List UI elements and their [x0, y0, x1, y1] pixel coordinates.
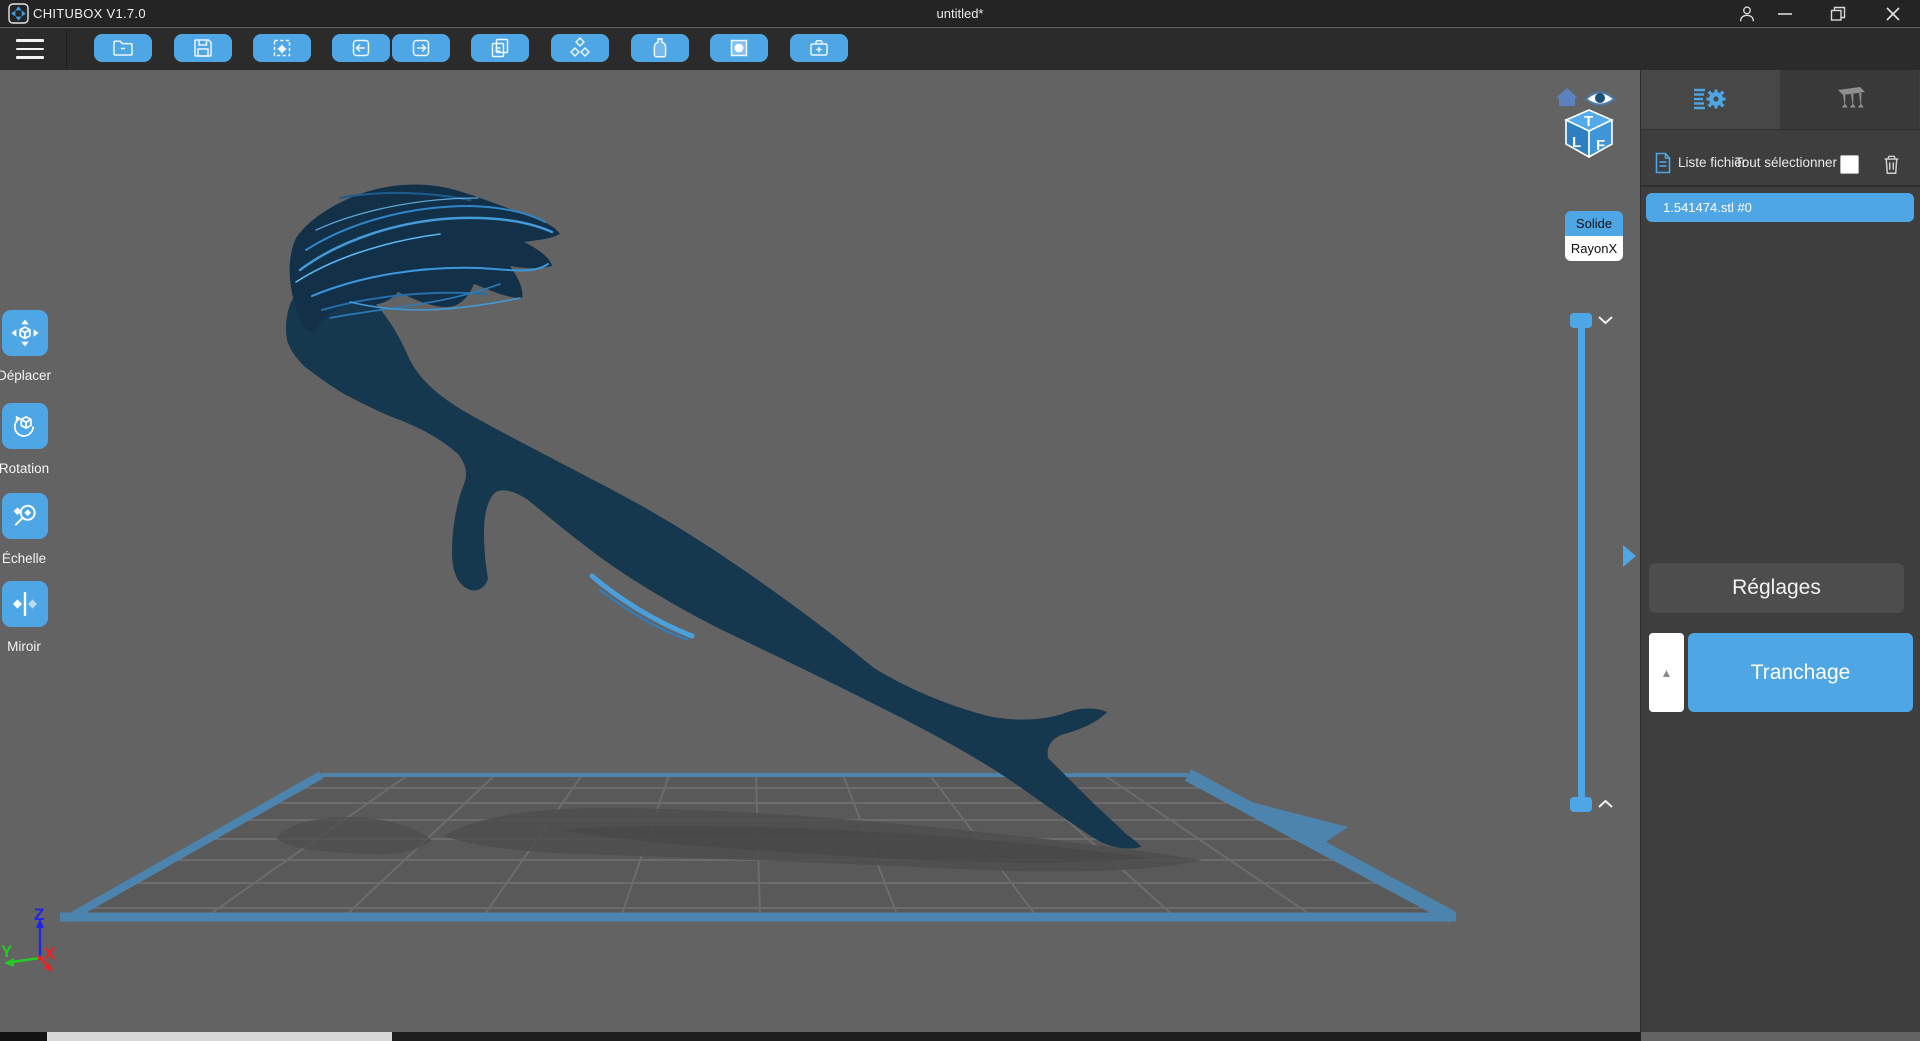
cube-top-label: T	[1584, 113, 1593, 130]
axis-x-label: X	[44, 944, 56, 963]
tab-slice-settings[interactable]	[1641, 70, 1780, 129]
bottom-strip-left	[0, 1032, 47, 1041]
settings-button[interactable]: Réglages	[1649, 563, 1904, 613]
restore-button[interactable]	[1823, 2, 1853, 25]
move-icon	[11, 319, 39, 347]
screenshot-icon	[273, 39, 291, 57]
copy-icon	[491, 38, 509, 58]
layer-slider-track[interactable]	[1578, 326, 1585, 800]
file-document-icon	[1655, 152, 1671, 174]
slice-settings-icon	[1693, 88, 1725, 109]
main-toolbar	[0, 28, 1920, 70]
axis-indicator: Z Y X	[1, 905, 56, 972]
file-list-header: Liste fichier Tout sélectionner	[1641, 149, 1920, 179]
rotate-icon	[13, 415, 34, 437]
axis-z-label: Z	[34, 905, 44, 924]
resin-bottle-button[interactable]	[631, 34, 689, 62]
cube-front-label: F	[1596, 137, 1605, 154]
slice-button[interactable]: Tranchage	[1688, 633, 1913, 712]
move-tool-button[interactable]	[2, 310, 48, 356]
dig-hole-icon	[730, 39, 748, 57]
scale-tool-label: Échelle	[1, 551, 47, 566]
model-3d[interactable]	[286, 184, 1141, 849]
viewport-3d: Z Y X	[1, 184, 1456, 972]
mirror-tool-button[interactable]	[2, 581, 48, 627]
open-folder-icon	[113, 40, 133, 56]
app-logo-icon	[8, 3, 29, 24]
file-list-item[interactable]: 1.541474.stl #0	[1646, 193, 1914, 222]
eye-visibility-icon[interactable]	[1584, 91, 1616, 106]
move-tool-label: Déplacer	[0, 368, 52, 383]
mirror-icon	[12, 592, 38, 616]
layer-slider-bottom-handle[interactable]	[1570, 797, 1592, 812]
tab-supports[interactable]	[1780, 70, 1919, 129]
tabs-underline	[1641, 129, 1920, 130]
minimize-button[interactable]	[1770, 2, 1800, 25]
hollow-button[interactable]	[551, 34, 609, 62]
mirror-tool-label: Miroir	[7, 639, 41, 654]
bottom-strip-right	[392, 1032, 1641, 1041]
rotate-tool-button[interactable]	[2, 403, 48, 449]
delete-trash-icon[interactable]	[1883, 154, 1900, 175]
open-file-button[interactable]	[94, 34, 152, 62]
menu-hamburger-button[interactable]	[14, 36, 46, 62]
view-mode-xray-button[interactable]: RayonX	[1565, 236, 1623, 261]
repair-button[interactable]	[790, 34, 848, 62]
home-view-icon[interactable]	[1556, 88, 1578, 106]
file-name: 1.541474.stl #0	[1663, 200, 1752, 215]
file-list-separator	[1641, 185, 1920, 187]
toolbar-divider	[66, 30, 67, 68]
undo-icon	[352, 39, 370, 57]
repair-icon	[810, 40, 828, 56]
close-button[interactable]	[1878, 2, 1908, 25]
build-plate	[60, 769, 1456, 923]
redo-icon	[412, 39, 430, 57]
rotate-tool-label: Rotation	[0, 461, 50, 476]
layer-slider-top-handle[interactable]	[1570, 313, 1592, 328]
user-account-icon[interactable]	[1732, 2, 1762, 25]
hollow-icon	[570, 37, 590, 57]
save-icon	[194, 39, 212, 57]
copy-button[interactable]	[471, 34, 529, 62]
chitubox-window: CHITUBOX V1.7.0 untitled* Z Y X Déplacer…	[0, 0, 1920, 1041]
undo-button[interactable]	[332, 34, 390, 62]
panel-collapse-arrow[interactable]	[1623, 545, 1636, 567]
right-panel: Liste fichier Tout sélectionner 1.541474…	[1641, 70, 1920, 1032]
select-all-label: Tout sélectionner	[1734, 155, 1837, 170]
chevron-up-icon[interactable]	[1597, 798, 1614, 810]
save-button[interactable]	[174, 34, 232, 62]
supports-icon	[1837, 86, 1865, 107]
scale-icon	[13, 504, 36, 526]
titlebar: CHITUBOX V1.7.0 untitled*	[0, 0, 1920, 27]
chevron-down-icon[interactable]	[1597, 314, 1614, 326]
cube-left-label: L	[1572, 134, 1581, 151]
view-mode-solid-button[interactable]: Solide	[1565, 211, 1623, 236]
resin-bottle-icon	[653, 38, 667, 58]
up-arrow-icon: ▲	[1660, 665, 1673, 680]
dig-hole-button[interactable]	[710, 34, 768, 62]
scale-tool-button[interactable]	[2, 493, 48, 539]
view-cube[interactable]: T L F	[1552, 82, 1626, 158]
bottom-strip-thumb	[47, 1032, 392, 1041]
select-all-checkbox[interactable]	[1840, 155, 1859, 174]
app-title: CHITUBOX V1.7.0	[33, 6, 146, 21]
document-title: untitled*	[936, 6, 984, 21]
axis-y-label: Y	[1, 942, 13, 961]
screenshot-button[interactable]	[253, 34, 311, 62]
slice-options-arrow-button[interactable]: ▲	[1649, 633, 1684, 712]
redo-button[interactable]	[392, 34, 450, 62]
